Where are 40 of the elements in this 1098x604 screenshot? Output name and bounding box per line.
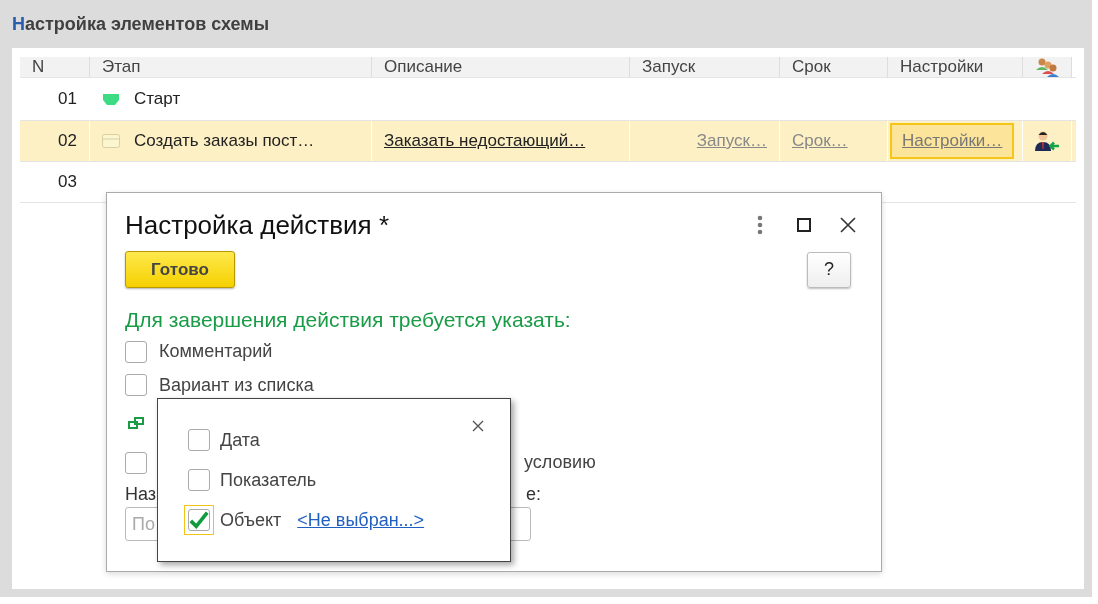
column-header[interactable]: Этап bbox=[90, 57, 372, 77]
column-header[interactable]: Запуск bbox=[630, 57, 780, 77]
dialog-title: Настройка действия * bbox=[125, 209, 391, 241]
checkbox[interactable] bbox=[125, 340, 147, 363]
checkbox[interactable] bbox=[188, 469, 210, 491]
row-number: 01 bbox=[58, 89, 77, 109]
object-link[interactable]: <Не выбран...> bbox=[297, 509, 425, 531]
checkbox[interactable] bbox=[125, 451, 147, 474]
table-row[interactable]: 02 Создать заказы пост… Заказать недостающий… Запуск… Срок… Настройки… bbox=[20, 121, 1076, 162]
checkmark-icon bbox=[189, 510, 209, 530]
stage-name: Старт bbox=[134, 89, 181, 109]
help-button[interactable]: ? bbox=[807, 251, 851, 288]
row-number: 02 bbox=[58, 131, 77, 151]
option-label: условию bbox=[524, 452, 596, 473]
option-label: Вариант из списка bbox=[159, 374, 314, 396]
page-title: Настройка элементов схемы bbox=[12, 13, 269, 35]
option-label: Комментарий bbox=[159, 341, 273, 362]
field-label: е: bbox=[526, 484, 542, 505]
people-group-icon[interactable] bbox=[1035, 57, 1059, 77]
column-header[interactable]: Настройки bbox=[888, 57, 1023, 77]
field-label: Наз bbox=[125, 484, 157, 505]
person-arrow-icon[interactable] bbox=[1035, 130, 1059, 152]
done-button[interactable]: Готово bbox=[125, 251, 235, 288]
option-label: Показатель bbox=[220, 469, 317, 491]
checkbox[interactable] bbox=[125, 374, 147, 396]
option-label: Дата bbox=[220, 429, 260, 451]
column-header[interactable]: Описание bbox=[372, 57, 630, 77]
checkbox[interactable] bbox=[188, 509, 210, 531]
prompt-text: Для завершения действия требуется указать: bbox=[125, 308, 572, 332]
linked-squares-icon[interactable] bbox=[128, 417, 144, 429]
start-shape-icon bbox=[102, 92, 120, 106]
stage-name: Создать заказы пост… bbox=[134, 131, 315, 151]
row-number: 03 bbox=[58, 172, 77, 192]
settings-link[interactable]: Настройки… bbox=[890, 123, 1015, 159]
option-label: Объект bbox=[220, 509, 282, 531]
column-header[interactable]: Срок bbox=[780, 57, 888, 77]
description-link[interactable]: Заказать недостающий… bbox=[384, 131, 586, 151]
column-header[interactable]: N bbox=[20, 57, 90, 77]
rectangle-icon bbox=[102, 134, 120, 148]
checkbox[interactable] bbox=[188, 429, 210, 451]
